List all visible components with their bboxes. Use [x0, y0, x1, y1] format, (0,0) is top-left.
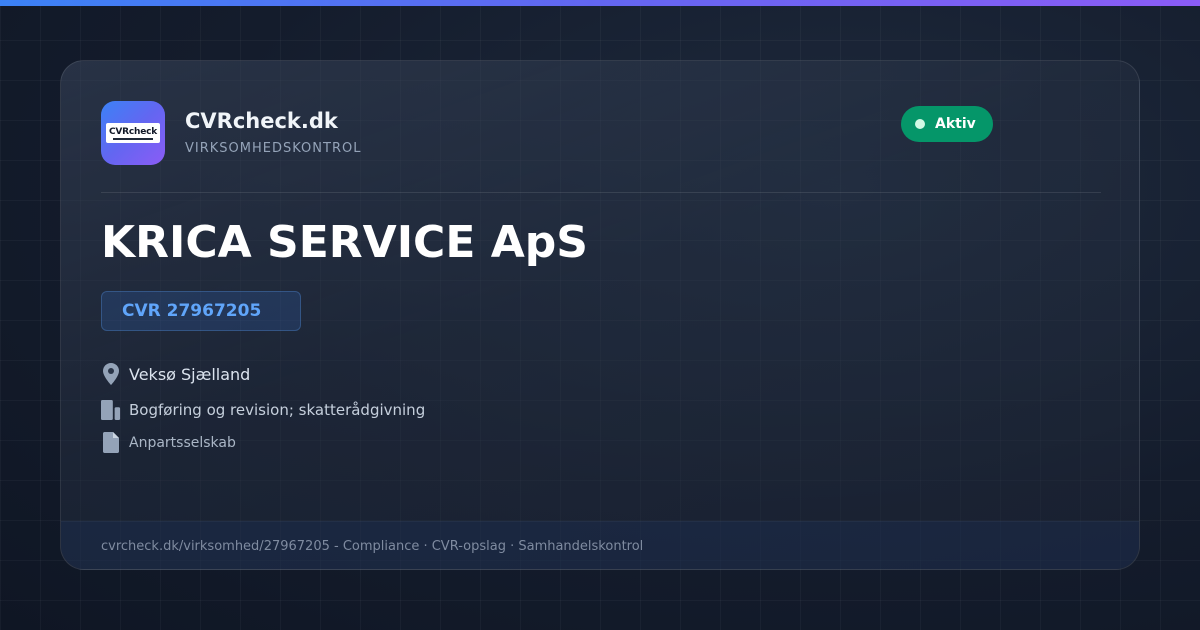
location-row: Veksø Sjælland	[101, 363, 250, 385]
company-name: KRICA SERVICE ApS	[101, 217, 588, 268]
company-card: CVRcheck CVRcheck.dk VIRKSOMHEDSKONTROL …	[60, 60, 1140, 570]
cvr-number: CVR 27967205	[122, 301, 262, 321]
location-pin-icon	[101, 363, 121, 385]
industry-row: Bogføring og revision; skatterådgivning	[101, 399, 425, 421]
status-dot-icon	[915, 119, 925, 129]
cvr-badge: CVR 27967205	[101, 291, 301, 331]
footer-text: cvrcheck.dk/virksomhed/27967205 - Compli…	[101, 539, 644, 554]
brand-logo: CVRcheck	[101, 101, 165, 165]
logo-underline	[113, 137, 153, 140]
status-badge: Aktiv	[901, 106, 993, 142]
header-divider	[101, 192, 1101, 193]
logo-mark: CVRcheck	[106, 123, 160, 143]
logo-text: CVRcheck	[108, 126, 158, 137]
company-type-label: Anpartsselskab	[129, 434, 236, 451]
top-accent-bar	[0, 0, 1200, 6]
building-icon	[101, 399, 121, 421]
card-footer: cvrcheck.dk/virksomhed/27967205 - Compli…	[61, 521, 1139, 569]
document-icon	[101, 432, 121, 453]
brand-subtitle: VIRKSOMHEDSKONTROL	[185, 141, 362, 156]
industry-label: Bogføring og revision; skatterådgivning	[129, 401, 426, 419]
company-type-row: Anpartsselskab	[101, 432, 236, 453]
brand-name: CVRcheck.dk	[185, 109, 338, 133]
location-label: Veksø Sjælland	[129, 364, 251, 384]
status-label: Aktiv	[935, 116, 976, 132]
